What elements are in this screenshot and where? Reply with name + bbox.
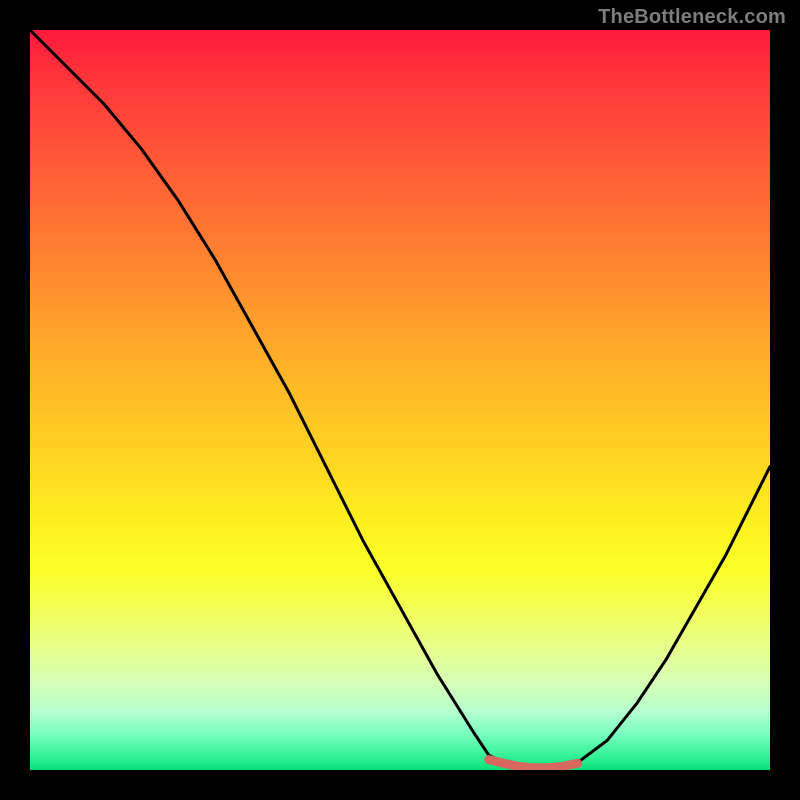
black-curve-path — [30, 30, 770, 770]
red-segment-path — [489, 760, 578, 768]
curve-layer — [30, 30, 770, 770]
plot-area — [30, 30, 770, 770]
chart-container: TheBottleneck.com — [0, 0, 800, 800]
watermark-text: TheBottleneck.com — [598, 6, 786, 29]
